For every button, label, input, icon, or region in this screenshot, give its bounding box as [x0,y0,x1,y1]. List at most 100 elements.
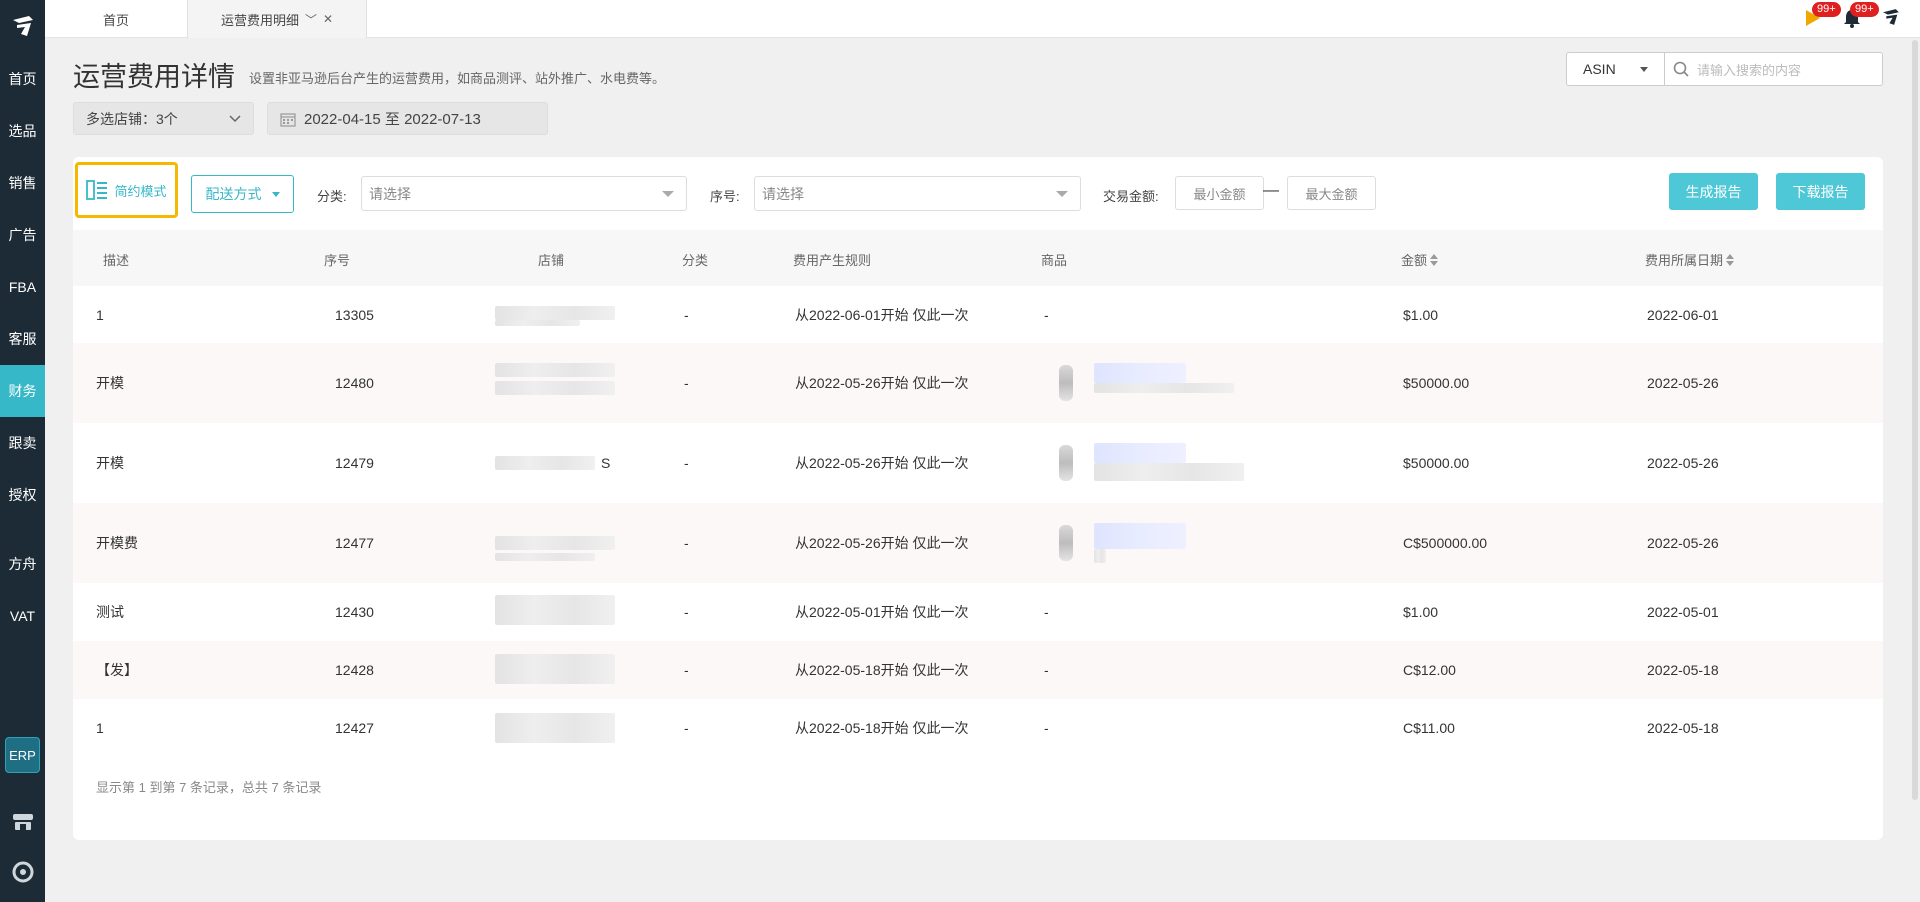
min-amount-input[interactable]: 最小金额 [1175,176,1264,210]
cell-product: - [1044,662,1049,678]
cell-date: 2022-05-18 [1647,662,1719,678]
amount-range-dash: — [1263,182,1279,199]
sidebar-item-selection[interactable]: 选品 [0,105,45,157]
product-thumbnail[interactable] [1059,365,1073,401]
app-logo-icon[interactable] [0,0,45,52]
column-header-product: 商品 [1041,253,1068,268]
close-icon[interactable]: ✕ [323,12,333,26]
store-name-redacted [495,381,615,395]
announcement-button[interactable]: 99+ [1804,1,1841,30]
product-title-redacted[interactable] [1094,363,1186,383]
cell-category: - [684,662,689,678]
notification-button[interactable]: 99+ [1842,1,1879,30]
cell-date: 2022-06-01 [1647,306,1719,323]
search-field-select[interactable]: ASIN [1567,53,1665,85]
column-header-rule: 费用产生规则 [793,253,872,268]
cell-store-suffix: S [601,455,611,471]
cell-rule: 从2022-06-01开始 仅此一次 [795,306,969,323]
tab-bar: 首页 运营费用明细 ﹀ ✕ 99+ 99+ [45,0,1920,38]
generate-report-button[interactable]: 生成报告 [1669,173,1758,210]
simple-mode-label: 简约模式 [114,183,167,199]
sidebar-item-label: 客服 [8,331,37,347]
max-amount-input[interactable]: 最大金额 [1287,176,1376,210]
product-title-redacted[interactable] [1094,443,1186,463]
product-thumbnail[interactable] [1059,445,1073,481]
top-right-tools: 99+ 99+ [1804,1,1902,31]
download-report-button[interactable]: 下载报告 [1776,173,1865,210]
cell-date: 2022-05-26 [1647,375,1719,391]
store-multiselect[interactable]: 多选店铺：3个 [73,102,254,135]
caret-down-icon [1056,190,1068,197]
table-row[interactable]: 测试 12430 - 从2022-05-01开始 仅此一次 - $1.00 20… [73,583,1883,641]
tab-home[interactable]: 首页 [45,0,187,38]
cell-desc: 开模 [96,375,124,391]
delivery-method-dropdown[interactable]: 配送方式 [191,175,294,213]
cell-rule: 从2022-05-18开始 仅此一次 [795,662,969,678]
sidebar-item-follow[interactable]: 跟卖 [0,417,45,469]
category-select[interactable]: 请选择 [361,176,687,211]
cell-amount: $1.00 [1403,306,1439,323]
sort-icon[interactable] [1726,253,1735,266]
category-placeholder: 请选择 [369,185,411,202]
search-input[interactable]: 请输入搜索的内容 [1665,53,1882,85]
vertical-scrollbar[interactable] [1912,40,1918,800]
min-amount-placeholder: 最小金额 [1193,186,1246,202]
table-row[interactable]: 1 13305 - 从2022-06-01开始 仅此一次 - $1.00 202… [73,286,1883,343]
bell-badge: 99+ [1850,1,1879,17]
product-sku-redacted [1094,383,1234,393]
table-row[interactable]: 开模 12480 - 从2022-05-26开始 仅此一次 $50000.00 … [73,343,1883,423]
sidebar-item-vat[interactable]: VAT [0,590,45,642]
date-range-picker[interactable]: 2022-04-15 至 2022-07-13 [267,102,548,135]
sidebar-item-fba[interactable]: FBA [0,261,45,313]
store-icon[interactable] [11,810,35,834]
cell-rule: 从2022-05-26开始 仅此一次 [795,455,969,471]
sidebar-item-service[interactable]: 客服 [0,313,45,365]
cell-category: - [684,375,689,391]
page-title: 运营费用详情 [73,62,235,92]
search-group: ASIN 请输入搜索的内容 [1566,52,1883,86]
support-icon[interactable] [11,860,35,884]
store-name-redacted [495,363,615,377]
cell-amount: $50000.00 [1403,455,1470,471]
tab-operating-expense-detail[interactable]: 运营费用明细 ﹀ ✕ [187,0,367,38]
sidebar-item-finance[interactable]: 财务 [0,365,45,417]
sort-icon[interactable] [1430,253,1439,266]
user-avatar-icon[interactable] [1880,6,1902,31]
cell-rule: 从2022-05-01开始 仅此一次 [795,604,969,620]
sidebar-item-label: FBA [8,279,37,295]
table-row[interactable]: 【发】 12428 - 从2022-05-18开始 仅此一次 - C$12.00… [73,641,1883,699]
cell-desc: 【发】 [96,662,138,678]
sidebar-item-sales[interactable]: 销售 [0,157,45,209]
cell-serial: 13305 [335,306,374,323]
simple-mode-button[interactable]: 简约模式 [75,162,178,218]
sidebar-item-label: 财务 [8,383,37,399]
sidebar-item-ark[interactable]: 方舟 [0,538,45,590]
sidebar-item-label: 首页 [8,71,37,87]
table-row[interactable]: 1 12427 - 从2022-05-18开始 仅此一次 - C$11.00 2… [73,699,1883,757]
cell-product: - [1044,306,1049,323]
category-label: 分类: [317,189,347,204]
sidebar-item-label: 跟卖 [8,435,37,451]
erp-button[interactable]: ERP [5,737,40,773]
tab-label: 首页 [102,12,129,28]
serial-select[interactable]: 请选择 [754,176,1081,211]
column-header-date[interactable]: 费用所属日期 [1645,250,1735,269]
column-header-category: 分类 [682,253,709,268]
product-title-redacted[interactable] [1094,523,1186,549]
sidebar-item-home[interactable]: 首页 [0,53,45,105]
store-name-redacted [495,553,595,561]
sidebar-item-auth[interactable]: 授权 [0,469,45,521]
sidebar: 首页 选品 销售 广告 FBA 客服 财务 跟卖 授权 方舟 VAT ERP [0,0,45,902]
table-row[interactable]: 开模 12479 S - 从2022-05-26开始 仅此一次 $50000.0… [73,423,1883,503]
sidebar-item-ads[interactable]: 广告 [0,209,45,261]
product-sku-redacted [1094,463,1244,481]
cell-category: - [684,604,689,620]
column-header-amount[interactable]: 金额 [1401,250,1439,269]
cell-date: 2022-05-26 [1647,455,1719,471]
table-row[interactable]: 开模费 12477 - 从2022-05-26开始 仅此一次 C$500000.… [73,503,1883,583]
cell-amount: $50000.00 [1403,375,1470,391]
product-thumbnail[interactable] [1059,525,1073,561]
chevron-down-icon[interactable]: ﹀ [305,11,317,28]
cell-rule: 从2022-05-26开始 仅此一次 [795,375,969,391]
store-name-redacted [495,320,580,326]
